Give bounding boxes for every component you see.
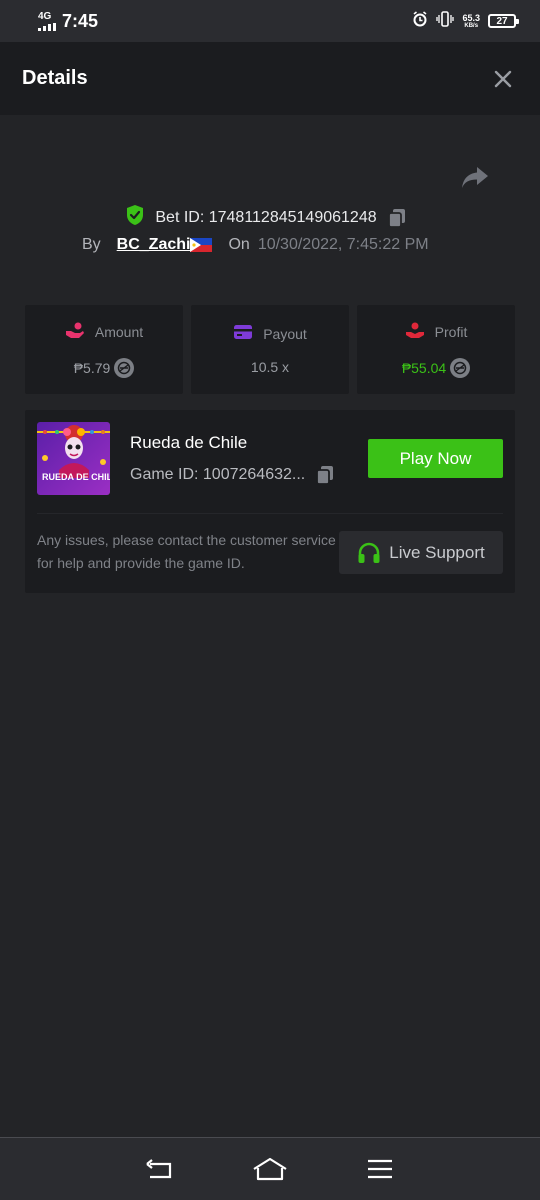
status-time: 7:45 bbox=[62, 10, 99, 31]
network-speed: 65.3 KB/s bbox=[462, 12, 480, 29]
amount-label: Amount bbox=[94, 323, 144, 340]
copy-icon bbox=[387, 208, 405, 228]
amount-value: ₱5.79 bbox=[73, 360, 111, 376]
network-type: 4G bbox=[38, 10, 52, 22]
system-nav-bar bbox=[0, 1137, 540, 1200]
alarm-icon bbox=[412, 10, 428, 32]
live-support-label: Live Support bbox=[389, 542, 485, 562]
status-bar: 4G 7:45 65.3 KB/s 27 bbox=[0, 0, 540, 42]
payout-value: 10.5 x bbox=[250, 359, 290, 375]
game-name: Rueda de Chile bbox=[130, 433, 248, 452]
game-thumbnail[interactable]: RUEDA DE CHILE bbox=[37, 422, 110, 495]
home-button[interactable] bbox=[250, 1154, 290, 1184]
coin-icon bbox=[114, 358, 135, 378]
stat-payout: Payout 10.5 x bbox=[191, 305, 349, 394]
battery-level: 27 bbox=[496, 15, 508, 27]
philippines-flag-icon bbox=[190, 238, 213, 252]
live-support-button[interactable]: Live Support bbox=[339, 531, 503, 574]
signal-bars-icon bbox=[38, 22, 56, 31]
divider bbox=[37, 513, 503, 514]
contact-support-text: Any issues, please contact the customer … bbox=[37, 532, 336, 571]
profit-label: Profit bbox=[434, 323, 468, 340]
home-icon bbox=[253, 1157, 287, 1181]
copy-icon bbox=[316, 466, 334, 485]
game-thumb-title: RUEDA DE CHILE bbox=[42, 472, 110, 482]
bet-stats: Amount ₱5.79 Payout 10.5 x Profit ₱55.04 bbox=[25, 305, 515, 394]
game-card: RUEDA DE CHILE Rueda de Chile Game ID: 1… bbox=[25, 410, 515, 593]
profit-value: ₱55.04 bbox=[401, 360, 447, 376]
amount-hand-icon bbox=[65, 321, 85, 342]
stat-amount: Amount ₱5.79 bbox=[25, 305, 183, 394]
vibrate-icon bbox=[436, 10, 455, 32]
share-button[interactable] bbox=[460, 164, 492, 194]
bet-date: 10/30/2022, 7:45:22 PM bbox=[257, 236, 429, 253]
copy-game-id-button[interactable] bbox=[315, 465, 335, 485]
game-id-text: Game ID: 1007264632... bbox=[130, 466, 306, 483]
bet-id-text: Bet ID: 1748112845149061248 bbox=[155, 208, 377, 226]
status-right: 65.3 KB/s 27 bbox=[412, 10, 519, 32]
back-icon bbox=[146, 1159, 172, 1179]
page-title: Details bbox=[22, 67, 88, 89]
coin-icon bbox=[450, 358, 471, 378]
payout-card-icon bbox=[233, 324, 253, 343]
menu-button[interactable] bbox=[360, 1154, 400, 1184]
payout-label: Payout bbox=[263, 325, 307, 342]
battery-icon: 27 bbox=[488, 14, 519, 28]
bet-id-row: Bet ID: 1748112845149061248 bbox=[0, 204, 540, 231]
signal-indicator: 4G bbox=[38, 10, 56, 31]
username-link[interactable]: BC_Zachi bbox=[117, 236, 191, 254]
stat-profit: Profit ₱55.04 bbox=[357, 305, 515, 394]
verified-shield-icon bbox=[125, 204, 145, 231]
menu-icon bbox=[368, 1159, 392, 1179]
copy-bet-id-button[interactable] bbox=[387, 208, 407, 228]
status-left: 4G 7:45 bbox=[38, 11, 98, 32]
back-button[interactable] bbox=[140, 1154, 180, 1184]
details-header: Details bbox=[0, 42, 540, 115]
profit-hand-icon bbox=[405, 321, 425, 342]
bet-meta-row: By BC_Zachi On 10/30/2022, 7:45:22 PM bbox=[82, 236, 429, 254]
share-icon bbox=[462, 167, 488, 188]
on-label: On bbox=[228, 236, 250, 253]
game-id-row: Game ID: 1007264632... bbox=[130, 465, 335, 485]
close-icon bbox=[494, 70, 512, 87]
by-label: By bbox=[82, 236, 101, 253]
headset-icon bbox=[358, 542, 380, 563]
close-button[interactable] bbox=[490, 66, 516, 92]
play-now-button[interactable]: Play Now bbox=[368, 439, 503, 478]
